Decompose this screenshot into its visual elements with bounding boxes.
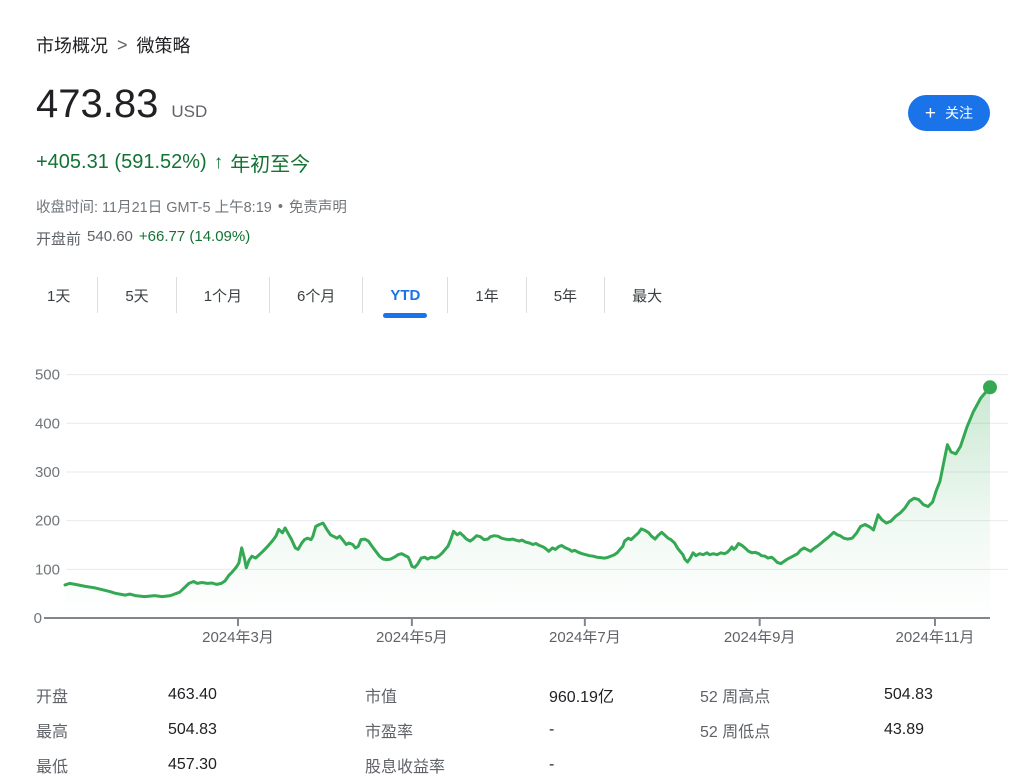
stat-label: 股息收益率 — [365, 753, 549, 777]
stat-row: 最低457.30 — [36, 747, 365, 782]
stat-label: 52 周高点 — [700, 683, 884, 707]
y-axis-label: 200 — [35, 513, 60, 530]
tab-label: 5年 — [554, 285, 577, 306]
premarket-change: +66.77 (14.09%) — [139, 228, 250, 249]
currency-label: USD — [171, 102, 207, 122]
stat-row: 股息收益率- — [365, 747, 700, 782]
stat-row: 52 周低点43.89 — [700, 712, 933, 747]
stat-label: 开盘 — [36, 683, 168, 707]
close-time-text: 收盘时间: 11月21日 GMT-5 上午8:19 — [36, 196, 272, 217]
price-change-period: 年初至今 — [230, 148, 310, 177]
tab-label: 1天 — [47, 285, 70, 306]
time-range-tabs: 1天 5天 1个月 6个月 YTD 1年 5年 最大 — [20, 272, 1024, 318]
tab-label: 最大 — [632, 285, 662, 306]
price-chart[interactable]: 0 100 200 300 400 500 2024年3月 2024年5月 2024年7月 202… — [0, 361, 1024, 661]
tab-1m[interactable]: 1个月 — [177, 272, 269, 318]
tab-6m[interactable]: 6个月 — [270, 272, 362, 318]
stock-price: 473.83 — [36, 84, 158, 124]
x-axis-label: 2024年7月 — [549, 629, 621, 646]
price-chart-svg[interactable]: 0 100 200 300 400 500 2024年3月 2024年5月 2024年7月 202… — [0, 361, 1024, 661]
plus-icon: + — [925, 104, 936, 123]
price-line: 473.83 USD — [36, 84, 207, 124]
price-change-line: +405.31 (591.52%) ↑ 年初至今 — [0, 131, 1024, 177]
breadcrumb: 市场概况 > 微策略 — [0, 0, 1024, 58]
tab-1d[interactable]: 1天 — [20, 272, 97, 318]
tab-1y[interactable]: 1年 — [448, 272, 525, 318]
follow-button-label: 关注 — [945, 103, 973, 123]
premarket-label: 开盘前 — [36, 228, 81, 249]
stats-column-3: 52 周高点504.8352 周低点43.89 — [700, 677, 933, 782]
x-axis-label: 2024年11月 — [895, 629, 974, 646]
tab-ytd[interactable]: YTD — [363, 272, 447, 318]
tab-max[interactable]: 最大 — [605, 272, 689, 318]
active-tab-underline — [383, 313, 427, 318]
tab-label: 5天 — [125, 285, 148, 306]
x-axis-label: 2024年5月 — [376, 629, 448, 646]
price-header: 473.83 USD + 关注 — [0, 58, 1024, 131]
y-axis-label: 500 — [35, 367, 60, 384]
tab-5y[interactable]: 5年 — [527, 272, 604, 318]
follow-button[interactable]: + 关注 — [908, 95, 990, 131]
tab-5d[interactable]: 5天 — [98, 272, 175, 318]
stat-value: 457.30 — [168, 756, 217, 774]
breadcrumb-market-overview-link[interactable]: 市场概况 — [36, 32, 108, 58]
stat-value: 43.89 — [884, 721, 924, 739]
x-axis-label: 2024年9月 — [724, 629, 796, 646]
stat-value: 960.19亿 — [549, 683, 614, 707]
stat-label: 市盈率 — [365, 718, 549, 742]
stat-value: 504.83 — [168, 721, 217, 739]
stat-label: 52 周低点 — [700, 718, 884, 742]
close-time-line: 收盘时间: 11月21日 GMT-5 上午8:19 • 免责声明 — [0, 177, 1024, 217]
stat-row: 52 周高点504.83 — [700, 677, 933, 712]
stat-label: 市值 — [365, 683, 549, 707]
premarket-price: 540.60 — [87, 228, 133, 249]
premarket-line: 开盘前 540.60 +66.77 (14.09%) — [0, 217, 1024, 249]
stat-row: 市值960.19亿 — [365, 677, 700, 712]
y-axis-label: 100 — [35, 561, 60, 578]
dot-separator: • — [278, 199, 283, 215]
price-change-value: +405.31 (591.52%) — [36, 151, 207, 174]
tab-label: YTD — [390, 287, 420, 304]
y-axis-label: 300 — [35, 464, 60, 481]
stat-row: 开盘463.40 — [36, 677, 365, 712]
stat-label: 最高 — [36, 718, 168, 742]
stat-value: - — [549, 756, 554, 774]
tab-label: 1个月 — [204, 285, 242, 306]
stat-value: 504.83 — [884, 686, 933, 704]
tab-label: 1年 — [475, 285, 498, 306]
stats-column-1: 开盘463.40最高504.83最低457.30 — [36, 677, 365, 782]
stat-row: 市盈率- — [365, 712, 700, 747]
y-axis-label: 400 — [35, 415, 60, 432]
stats-table: 开盘463.40最高504.83最低457.30市值960.19亿市盈率-股息收… — [0, 661, 1024, 782]
up-arrow-icon: ↑ — [214, 152, 224, 174]
x-axis-label: 2024年3月 — [202, 629, 274, 646]
chart-endpoint-dot — [983, 380, 997, 394]
tab-label: 6个月 — [297, 285, 335, 306]
breadcrumb-separator: > — [117, 35, 128, 56]
stat-value: 463.40 — [168, 686, 217, 704]
disclaimer-link[interactable]: 免责声明 — [289, 196, 347, 217]
stat-value: - — [549, 721, 554, 739]
stat-row: 最高504.83 — [36, 712, 365, 747]
breadcrumb-current-stock: 微策略 — [137, 32, 191, 58]
y-axis-label: 0 — [34, 610, 42, 627]
stats-column-2: 市值960.19亿市盈率-股息收益率- — [365, 677, 700, 782]
stat-label: 最低 — [36, 753, 168, 777]
